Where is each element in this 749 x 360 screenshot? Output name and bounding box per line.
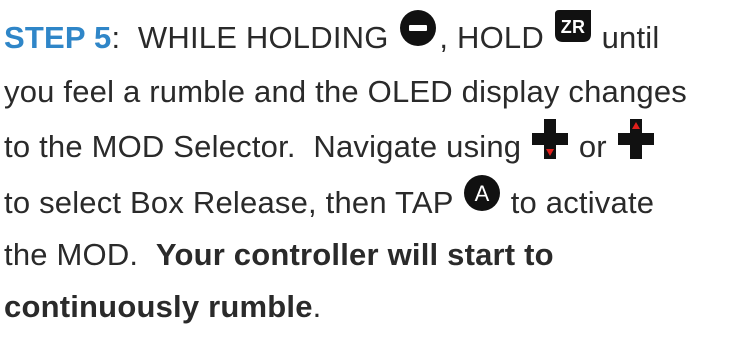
text: you feel a rumble and the OLED display c… [4,74,687,109]
a-button-icon: A [462,173,502,213]
instruction-line-3: to the MOD Selector. Navigate using or [4,119,656,171]
text: to the MOD Selector. Navigate using [4,129,531,165]
text: or [570,129,616,165]
instruction-line-4: to select Box Release, then TAP A to act… [4,174,655,225]
text: WHILE HOLDING [120,20,398,55]
colon: : [111,20,121,55]
instruction-line-1: STEP 5: WHILE HOLDING , HOLD ZR until [4,9,660,60]
text: , HOLD [439,20,553,55]
zr-label: ZR [561,17,585,37]
text: to select Box Release, then TAP [4,185,462,220]
zr-button-icon: ZR [553,8,593,44]
step-label: STEP 5 [4,20,112,55]
dpad-down-icon [530,117,570,161]
bold-text: continuously rumble [4,289,313,324]
instruction-line-5: the MOD. Your controller will start to [4,235,554,275]
minus-button-icon [398,8,438,48]
instruction-line-6: continuously rumble. [4,287,321,327]
text: the MOD. [4,237,156,272]
instruction-line-2: you feel a rumble and the OLED display c… [4,72,687,112]
text: . [312,289,322,324]
dpad-up-icon [616,117,656,161]
text: to activate [501,185,655,220]
text: until [592,20,660,55]
a-label: A [474,181,489,206]
bold-text: Your controller will start to [155,237,554,272]
